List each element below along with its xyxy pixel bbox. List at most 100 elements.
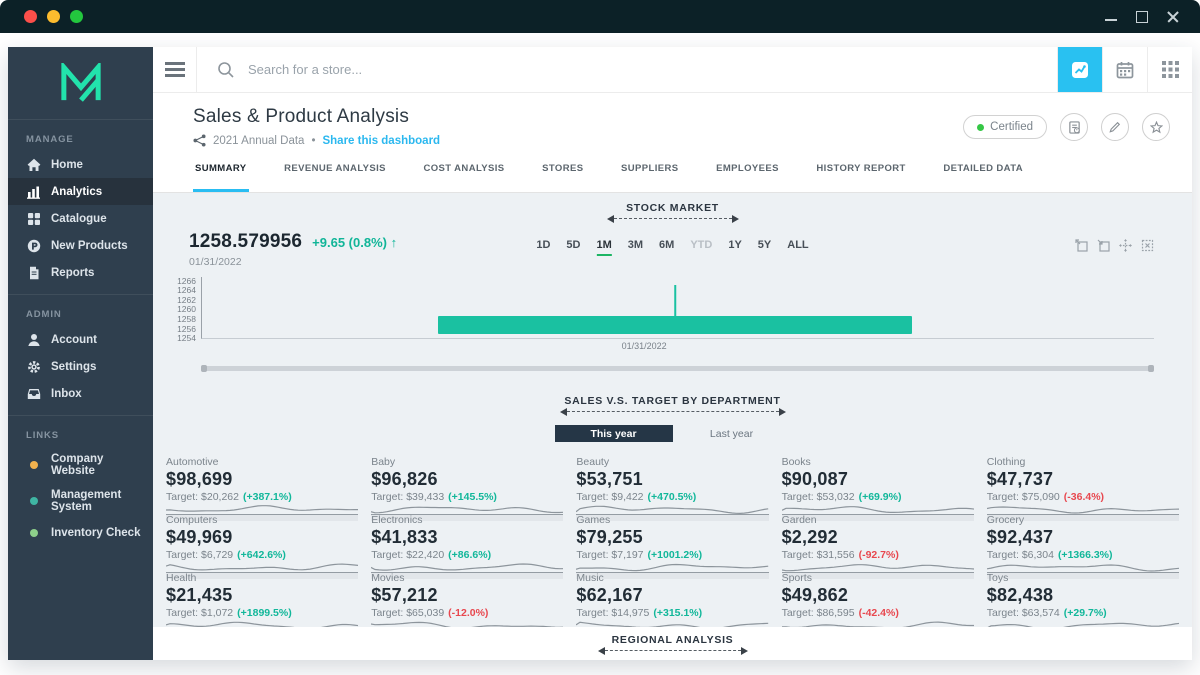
sidebar-item[interactable]: Analytics [8,178,153,205]
time-range-button[interactable]: 3M [628,239,643,256]
minimize-icon[interactable] [1104,10,1118,24]
department-name: Books [782,456,974,468]
dashboard-tab[interactable]: COST ANALYSIS [422,160,507,192]
department-target: Target: $75,090(-36.4%) [987,491,1179,503]
sidebar-link-item[interactable]: Company Website [8,447,153,483]
sparkline-path [371,619,563,627]
time-range-label: ALL [787,239,808,251]
time-range-label: 5Y [758,239,771,251]
report-button[interactable] [1060,113,1088,141]
year-toggle-button[interactable]: Last year [673,425,791,442]
candle-body [438,316,912,335]
zoom-in-icon[interactable] [1075,239,1088,252]
dashboard-tab[interactable]: SUPPLIERS [619,160,680,192]
calendar-view-button[interactable] [1102,47,1147,92]
sparkline-path [987,561,1179,572]
time-range-button[interactable]: ALL [787,239,808,256]
department-kpi-card: Computers $49,969 Target: $6,729(+642.6%… [166,514,358,569]
app-logo [8,47,153,119]
time-range-button[interactable]: 1M [596,239,611,256]
dashboard-tab[interactable]: REVENUE ANALYSIS [282,160,388,192]
zoom-out-icon[interactable] [1097,239,1110,252]
department-sales-value: $98,699 [166,469,358,490]
sidebar-item[interactable]: Home [8,151,153,178]
sparkline-path [987,503,1179,514]
sidebar-item[interactable]: Catalogue [8,205,153,232]
sparkline-chart [987,619,1179,627]
department-target: Target: $39,433(+145.5%) [371,491,563,503]
section-title: SALES V.S. TARGET BY DEPARTMENT [153,395,1192,407]
time-range-button[interactable]: 6M [659,239,674,256]
percent-vs-target: (+1001.2%) [648,549,703,561]
department-sales-value: $53,751 [576,469,768,490]
star-icon [1150,121,1163,134]
time-range-button[interactable]: 5D [566,239,580,256]
department-name: Garden [782,514,974,526]
time-range-button[interactable]: 5Y [758,239,771,256]
sidebar-item[interactable]: Settings [8,353,153,380]
edit-button[interactable] [1101,113,1129,141]
inbox-icon [26,386,41,401]
department-sales-value: $21,435 [166,585,358,606]
time-range-button[interactable]: 1Y [728,239,741,256]
time-range-button[interactable]: 1D [536,239,550,256]
dashboard-tab[interactable]: STORES [540,160,585,192]
dot-icon [26,458,41,473]
y-axis-tick: 1266 [177,276,196,286]
department-target: Target: $31,556(-92.7%) [782,549,974,561]
target-value: Target: $6,304 [987,549,1054,561]
sidebar-link-item[interactable]: Inventory Check [8,519,153,546]
favorite-button[interactable] [1142,113,1170,141]
zoom-traffic-light[interactable] [70,10,83,23]
close-traffic-light[interactable] [24,10,37,23]
department-kpi-card: Beauty $53,751 Target: $9,422(+470.5%) [576,456,768,511]
dashboard-tab[interactable]: DETAILED DATA [941,160,1025,192]
department-sales-value: $82,438 [987,585,1179,606]
target-value: Target: $63,574 [987,607,1060,619]
department-name: Clothing [987,456,1179,468]
search-input[interactable] [248,62,1057,77]
year-toggle-button[interactable]: This year [555,425,673,442]
sidebar-item[interactable]: Inbox [8,380,153,407]
sidebar-item[interactable]: New Products [8,232,153,259]
department-sales-value: $41,833 [371,527,563,548]
minimize-traffic-light[interactable] [47,10,60,23]
catalogue-icon [26,211,41,226]
department-target: Target: $53,032(+69.9%) [782,491,974,503]
share-icon [193,134,206,147]
share-dashboard-link[interactable]: Share this dashboard [322,135,440,147]
stock-price-block: 1258.579956 +9.65 (0.8%) ↑ 01/31/2022 [189,231,397,268]
sidebar-manage-items: Home Analytics Catalogue New Pro [8,151,153,286]
sparkline-path [166,619,358,627]
reset-axes-icon[interactable] [1141,239,1154,252]
time-range-button[interactable]: YTD [690,239,712,256]
maximize-icon[interactable] [1135,10,1149,24]
dashboard-tabs: SUMMARY REVENUE ANALYSIS COST ANALYSIS S… [193,160,1025,192]
sidebar-link-item[interactable]: Management System [8,483,153,519]
year-toggle-label: This year [590,428,636,440]
topbar [153,47,1192,93]
sidebar-item[interactable]: Account [8,326,153,353]
department-target: Target: $22,420(+86.6%) [371,549,563,561]
apps-grid-button[interactable] [1147,47,1192,92]
menu-toggle-button[interactable] [153,47,197,92]
tab-label: DETAILED DATA [943,163,1023,174]
sparkline-chart [166,619,358,627]
report-icon [1068,121,1081,134]
sidebar-item-label: Reports [51,267,94,279]
window-controls [1104,10,1180,24]
certified-badge: Certified [963,115,1047,139]
analytics-view-button[interactable] [1057,47,1102,92]
pan-icon[interactable] [1119,239,1132,252]
close-icon[interactable] [1166,10,1180,24]
dashboard-tab[interactable]: EMPLOYEES [714,160,781,192]
y-axis-tick: 1256 [177,324,196,334]
tab-label: COST ANALYSIS [424,163,505,174]
sidebar-item[interactable]: Reports [8,259,153,286]
range-slider[interactable] [201,366,1154,371]
dashboard-tab[interactable]: SUMMARY [193,160,249,192]
window-titlebar [0,0,1200,33]
candle-wick [674,285,676,315]
department-kpi-grid: Automotive $98,699 Target: $20,262(+387.… [166,456,1179,627]
dashboard-tab[interactable]: HISTORY REPORT [814,160,907,192]
